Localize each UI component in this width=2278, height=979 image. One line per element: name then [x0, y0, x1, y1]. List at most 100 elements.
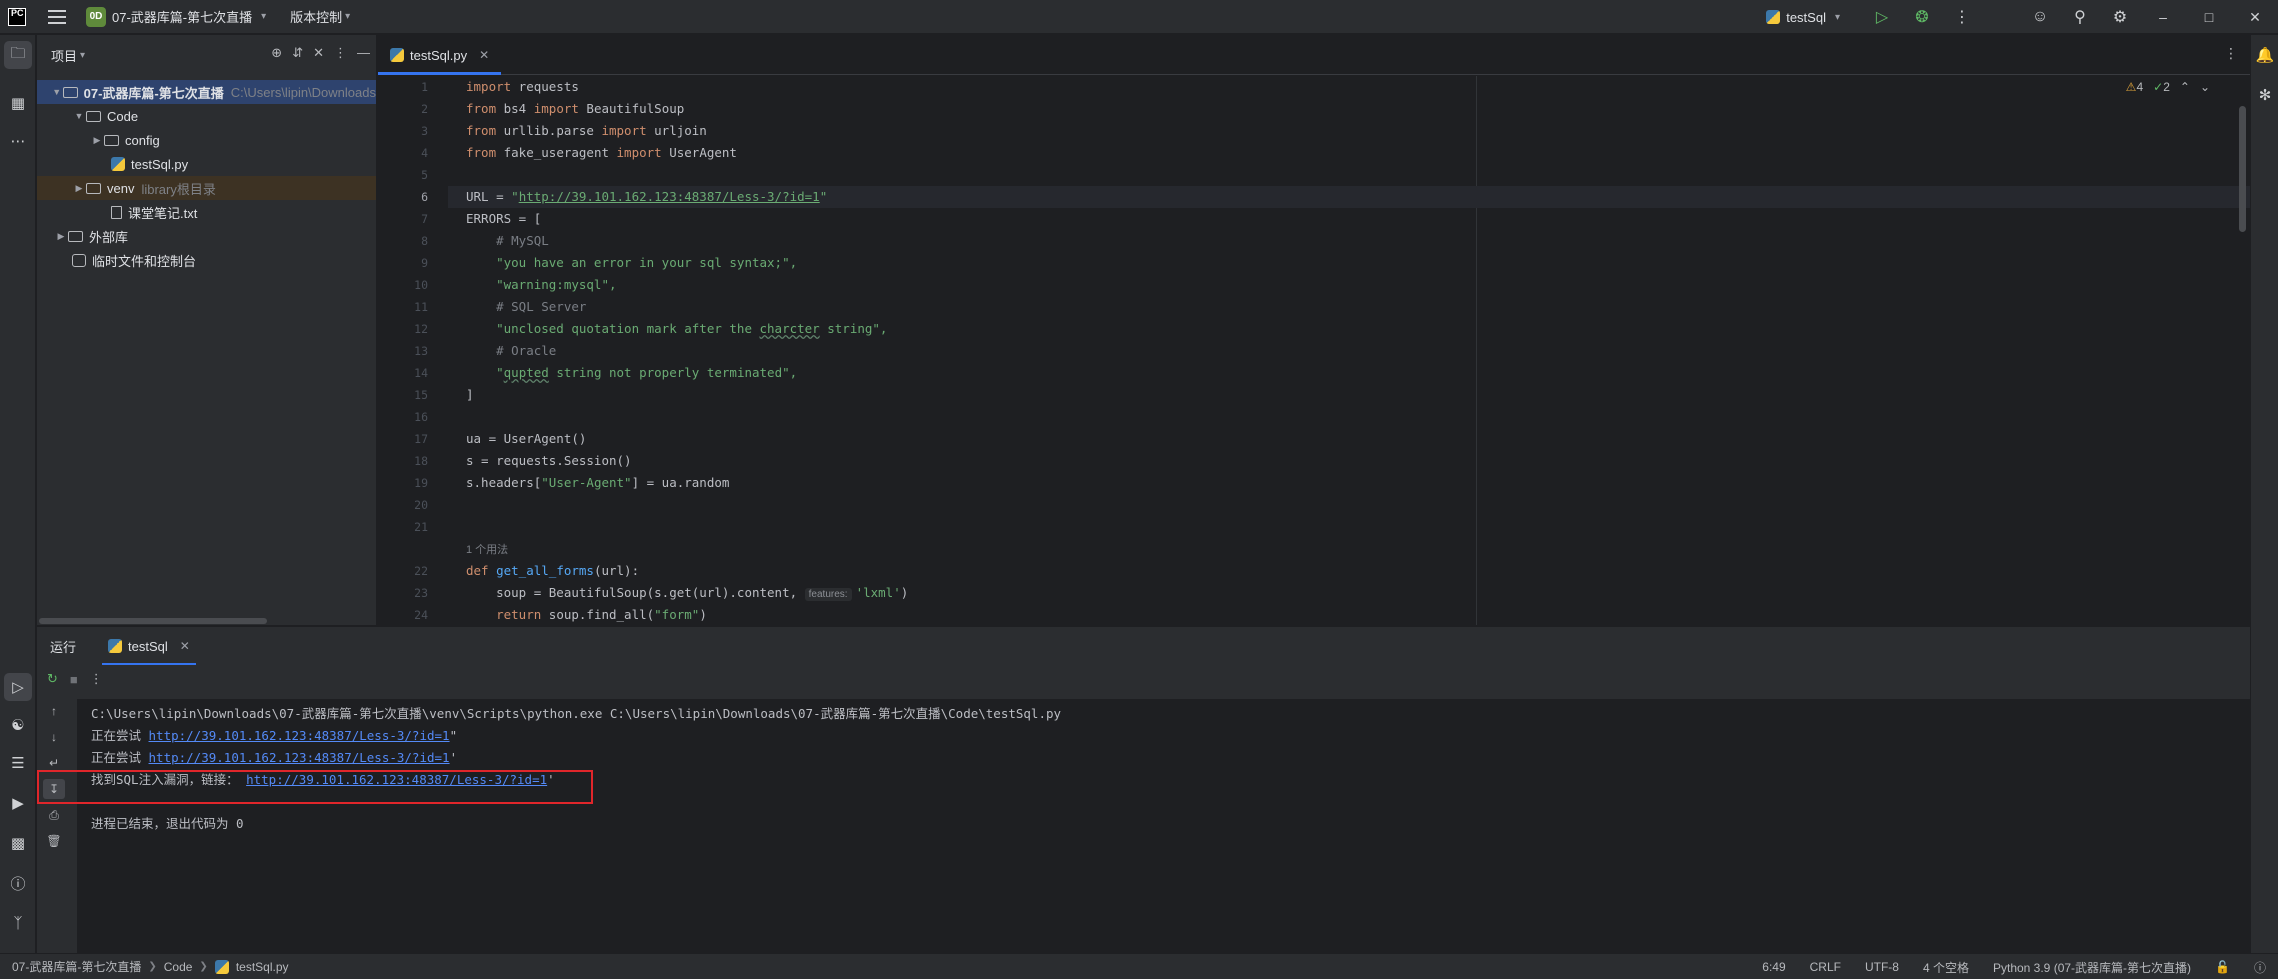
collapse-all-icon[interactable]: ✕ [313, 45, 324, 61]
breadcrumb-folder[interactable]: Code [164, 960, 193, 974]
horizontal-scrollbar[interactable] [39, 618, 267, 624]
add-user-icon[interactable]: ☺ [2020, 0, 2060, 34]
run-config-selector[interactable]: testSql ▾ [1766, 10, 1840, 25]
stop-icon[interactable]: ■ [70, 672, 78, 687]
run-icon[interactable]: ▷ [1862, 0, 1902, 34]
tree-root-row[interactable]: ▼ 07-武器库篇-第七次直播 C:\Users\lipin\Downloads [37, 80, 376, 104]
tree-item-config[interactable]: ▶ config [90, 128, 160, 152]
chevron-down-icon[interactable]: ⌄ [2200, 80, 2210, 94]
python-console-icon[interactable]: ☯ [4, 711, 32, 739]
tree-item-code[interactable]: ▼ Code [72, 104, 139, 128]
chevron-right-icon: ❯ [199, 961, 208, 972]
rerun-icon[interactable]: ↻ [47, 671, 58, 687]
ai-assistant-icon[interactable]: ✻ [2251, 81, 2278, 109]
code-editor[interactable]: 1 2 3 4 5 6 7 8 9 10 11 12 13 14 15 16 1… [378, 76, 2250, 625]
structure-icon[interactable]: ▦ [4, 89, 32, 117]
notifications-icon[interactable]: 🔔 [2251, 41, 2278, 69]
console-link[interactable]: http://39.101.162.123:48387/Less-3/?id=1 [149, 750, 450, 765]
project-panel: 项目 ▾ ⊕ ⇵ ✕ ⋮ — ▼ 07-武器库篇-第七次直播 C:\Users\… [37, 35, 377, 625]
soft-wrap-icon[interactable]: ↵ [46, 755, 62, 771]
code-line: ERRORS = [ [466, 211, 542, 226]
line-number: 2 [421, 102, 428, 116]
main-menu-icon[interactable] [48, 9, 66, 24]
chevron-down-icon: ▼ [74, 111, 84, 121]
terminal-icon[interactable]: ▩ [4, 829, 32, 857]
more-vertical-icon[interactable]: ⋮ [90, 671, 103, 687]
code-line: ua = UserAgent() [466, 431, 587, 446]
vcs-menu[interactable]: 版本控制 ▾ [290, 7, 350, 26]
python-file-icon [390, 48, 404, 62]
python-interpreter[interactable]: Python 3.9 (07-武器库篇-第七次直播) [1993, 959, 2191, 976]
minimize-button[interactable]: – [2140, 0, 2186, 34]
project-name: 07-武器库篇-第七次直播 [112, 10, 253, 25]
chevron-up-icon[interactable]: ⌃ [2180, 80, 2190, 94]
line-separator[interactable]: CRLF [1810, 960, 1841, 974]
tree-item-testsql[interactable]: testSql.py [111, 152, 188, 176]
right-tool-strip: 🔔 ✻ [2250, 35, 2278, 953]
project-folder-icon[interactable]: 🗀 [4, 41, 32, 69]
locate-icon[interactable]: ⊕ [271, 45, 282, 61]
hide-panel-icon[interactable]: — [357, 45, 370, 61]
more-horizontal-icon[interactable]: ⋯ [4, 127, 32, 155]
settings-icon[interactable]: ⚙ [2100, 0, 2140, 34]
tree-item-label: config [125, 132, 160, 148]
tree-item-notes[interactable]: 课堂笔记.txt [111, 200, 197, 224]
line-number: 21 [414, 520, 428, 534]
close-icon[interactable]: ✕ [180, 639, 190, 653]
chevron-down-icon: ▾ [80, 49, 86, 61]
expand-all-icon[interactable]: ⇵ [292, 45, 303, 61]
line-number: 16 [414, 410, 428, 424]
trash-icon[interactable]: 🗑 [46, 833, 62, 849]
line-gutter: 1 2 3 4 5 6 7 8 9 10 11 12 13 14 15 16 1… [378, 76, 448, 625]
problems-icon[interactable]: ⓘ [4, 869, 32, 897]
tree-item-scratches[interactable]: 临时文件和控制台 [72, 248, 196, 272]
more-vertical-icon[interactable]: ⋮ [2224, 45, 2238, 62]
tree-item-external-libs[interactable]: ▶ 外部库 [54, 224, 128, 248]
usages-hint[interactable]: 1 个用法 [448, 538, 2250, 560]
line-number: 12 [414, 322, 428, 336]
git-icon[interactable]: ᛉ [4, 909, 32, 937]
console-output[interactable]: C:\Users\lipin\Downloads\07-武器库篇-第七次直播\v… [77, 699, 2250, 953]
print-icon[interactable]: ⎙ [46, 807, 62, 823]
arrow-up-icon[interactable]: ↑ [46, 703, 62, 719]
line-number: 22 [414, 564, 428, 578]
info-icon[interactable]: ⓘ [2254, 959, 2266, 976]
editor-tab-bar: testSql.py ✕ ⋮ [378, 35, 2250, 75]
close-button[interactable]: ✕ [2232, 0, 2278, 34]
vertical-scrollbar[interactable] [2239, 106, 2246, 232]
folder-icon [86, 110, 101, 122]
console-link[interactable]: http://39.101.162.123:48387/Less-3/?id=1 [149, 728, 450, 743]
console-line: C:\Users\lipin\Downloads\07-武器库篇-第七次直播\v… [91, 706, 1062, 721]
run-tool-icon[interactable]: ▷ [4, 673, 32, 701]
indent-setting[interactable]: 4 个空格 [1923, 959, 1969, 976]
lock-icon[interactable]: 🔓 [2215, 960, 2230, 974]
code-line: from fake_useragent import UserAgent [466, 145, 737, 160]
vcs-label: 版本控制 [290, 10, 343, 25]
tree-item-label: venv [107, 180, 135, 196]
project-panel-title[interactable]: 项目 [51, 46, 77, 65]
close-icon[interactable]: ✕ [479, 48, 489, 62]
search-icon[interactable]: ⚲ [2060, 0, 2100, 34]
arrow-down-icon[interactable]: ↓ [46, 729, 62, 745]
line-number: 1 [421, 80, 428, 94]
code-line: from bs4 import BeautifulSoup [466, 101, 685, 116]
line-number: 18 [414, 454, 428, 468]
code-line: # MySQL [466, 233, 549, 248]
layers-icon[interactable]: ☰ [4, 749, 32, 777]
tab-testsql[interactable]: testSql.py ✕ [378, 35, 502, 75]
maximize-button[interactable]: □ [2186, 0, 2232, 34]
project-switcher[interactable]: 0D 07-武器库篇-第七次直播 ▾ [86, 6, 266, 27]
text-file-icon [111, 205, 122, 219]
breadcrumb-file[interactable]: testSql.py [236, 960, 289, 974]
debug-icon[interactable]: ❂ [1902, 0, 1942, 34]
file-encoding[interactable]: UTF-8 [1865, 960, 1899, 974]
more-vertical-icon[interactable]: ⋮ [334, 45, 347, 61]
code-area[interactable]: import requests from bs4 import Beautifu… [448, 76, 2250, 625]
caret-position[interactable]: 6:49 [1762, 960, 1785, 974]
run-tab-testsql[interactable]: testSql ✕ [102, 627, 196, 665]
more-vertical-icon[interactable]: ⋮ [1942, 0, 1982, 34]
breadcrumb-project[interactable]: 07-武器库篇-第七次直播 [12, 958, 141, 975]
services-icon[interactable]: ▶ [4, 789, 32, 817]
inspections-widget[interactable]: ⚠4 ✓2 ⌃ ⌄ [2126, 80, 2210, 94]
tree-item-venv[interactable]: ▶ venv library根目录 [37, 176, 376, 200]
